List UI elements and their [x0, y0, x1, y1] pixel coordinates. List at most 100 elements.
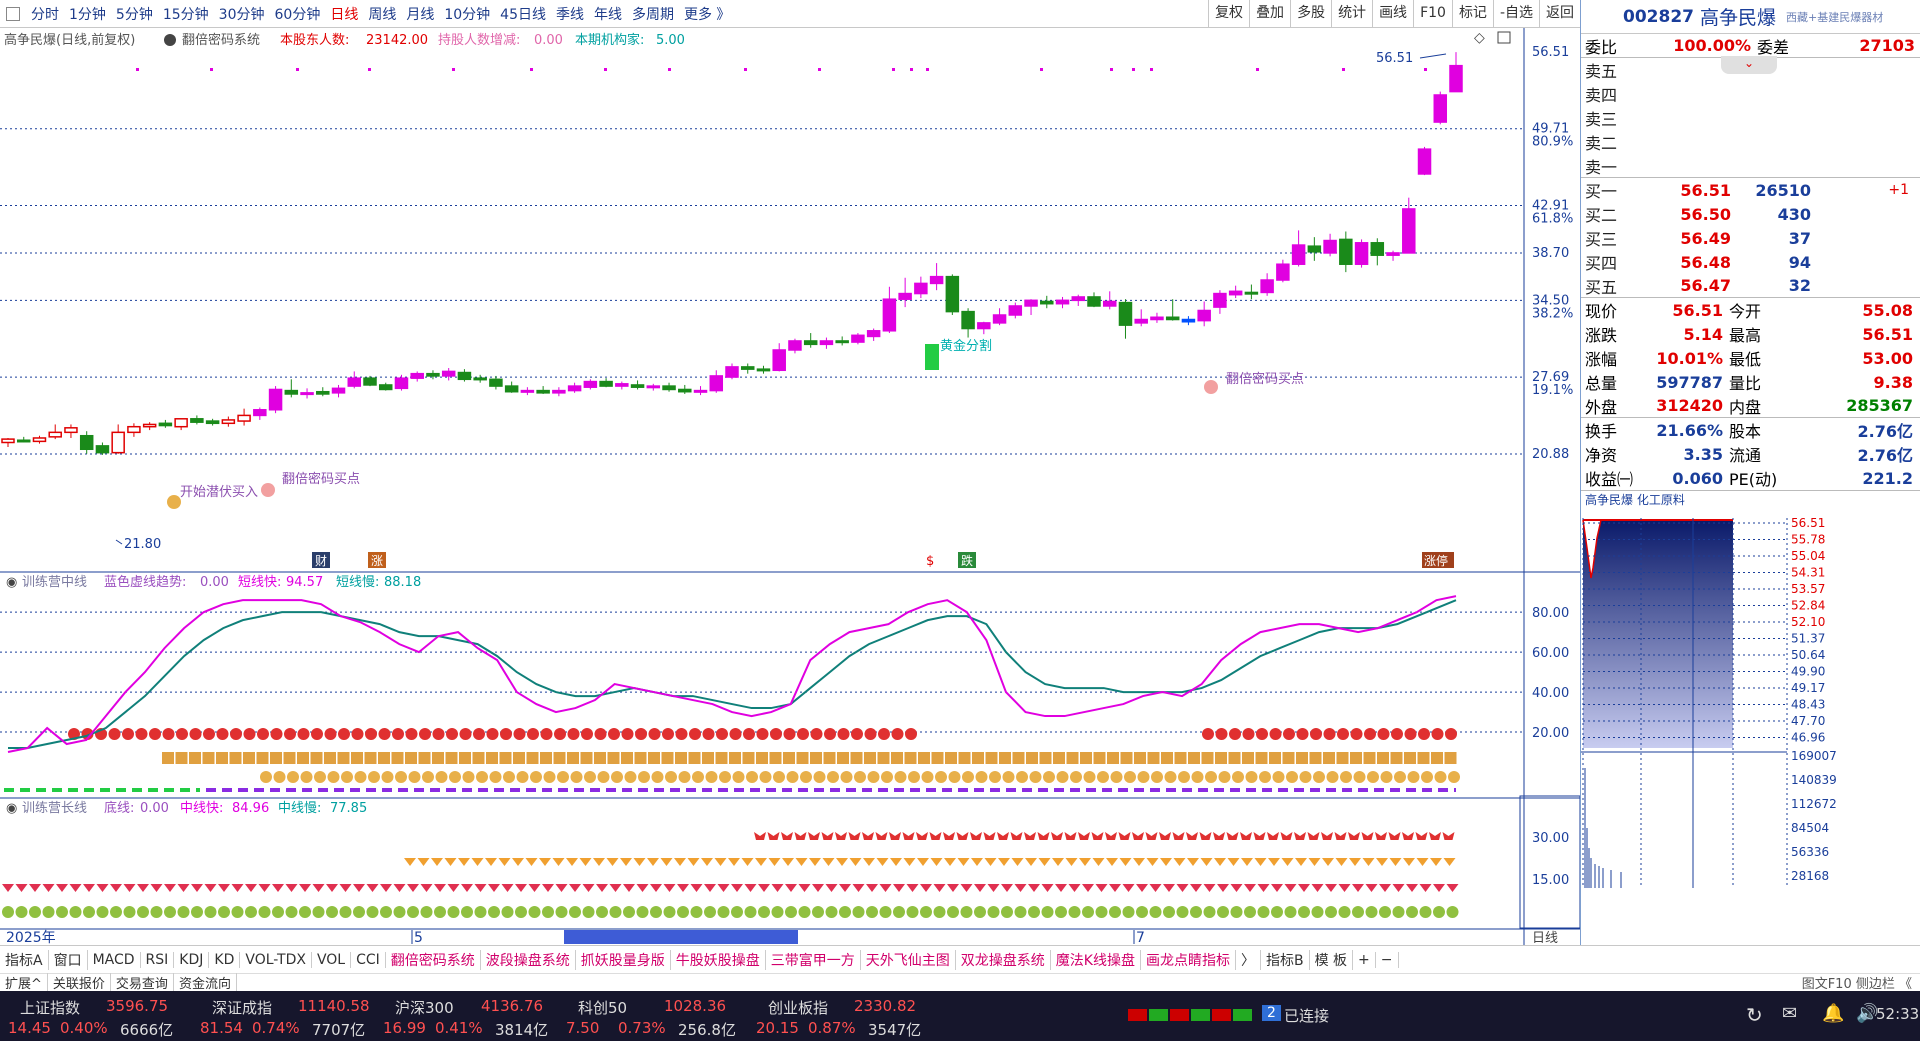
indicator-tab[interactable]: 翻倍密码系统 [386, 949, 481, 970]
index-name[interactable]: 沪深300 [395, 997, 454, 1018]
candle-body [552, 389, 566, 394]
tab-period-quarter[interactable]: 季线 [551, 4, 589, 24]
date-scroll-thumb[interactable] [564, 930, 798, 944]
tab-period-daily[interactable]: 日线 [325, 4, 363, 24]
tab-period-45day[interactable]: 45日线 [495, 4, 551, 24]
remove-watchlist-button[interactable]: -自选 [1492, 0, 1539, 27]
tab-period-monthly[interactable]: 月线 [401, 4, 439, 24]
function-tab[interactable]: 资金流向 [174, 973, 237, 992]
indicator-tab[interactable]: CCI [351, 951, 386, 968]
gold-bag-icon [837, 752, 849, 764]
connection-status[interactable]: 已连接 [1284, 1005, 1329, 1026]
index-name[interactable]: 科创50 [578, 997, 627, 1018]
tab-period-multi[interactable]: 多周期 [627, 4, 679, 24]
dollar-coin-icon [773, 771, 785, 783]
indicator-tab[interactable]: 三带富甲一方 [766, 949, 861, 970]
indicator-tab[interactable]: 指标A [0, 949, 49, 970]
dollar-coin-icon [1178, 771, 1190, 783]
tab-period-30min[interactable]: 30分钟 [214, 4, 270, 24]
indicator-tab[interactable]: 画龙点睛指标 [1141, 949, 1236, 970]
red-coin-icon [176, 728, 188, 740]
collapse-chevron-icon[interactable]: ⌄ [1721, 56, 1777, 74]
function-tab[interactable]: 扩展^ [0, 973, 48, 992]
dollar-coin-icon [557, 771, 569, 783]
signal-dot [1150, 68, 1153, 71]
mini-intraday-chart[interactable]: 56.51 55.78 55.04 54.31 53.57 52.84 52.10 51.37… [1581, 508, 1920, 888]
f10-button[interactable]: F10 [1413, 0, 1452, 27]
indicator-tab[interactable]: RSI [141, 951, 175, 968]
tab-period-year[interactable]: 年线 [589, 4, 627, 24]
indicator-tab[interactable]: 抓妖股量身版 [576, 949, 671, 970]
green-gem-icon [434, 906, 446, 918]
system-toggle-icon[interactable] [164, 34, 176, 46]
red-coin-icon [1391, 728, 1403, 740]
index-name[interactable]: 创业板指 [768, 997, 828, 1018]
tab-period-more[interactable]: 更多 》 [679, 4, 735, 24]
indicator-tab[interactable]: 窗口 [49, 949, 88, 970]
refresh-icon[interactable]: ↻ [1746, 1003, 1763, 1027]
green-gem-icon [1365, 906, 1378, 918]
tab-period-15min[interactable]: 15分钟 [158, 4, 214, 24]
kline-chart-area[interactable]: 80.9% 61.8% 38.2% 19.1% 56.51 49.71 42.91 38.7… [0, 28, 1580, 945]
indicator-tab[interactable]: MACD [88, 951, 141, 968]
function-tab[interactable]: 关联报价 [48, 973, 111, 992]
diamond-icon[interactable]: ◇ [1474, 30, 1485, 46]
indicator-tab[interactable]: VOL [312, 951, 352, 968]
fuquan-button[interactable]: 复权 [1208, 0, 1249, 27]
indicator-tab[interactable]: KD [209, 951, 241, 968]
tab-period-60min[interactable]: 60分钟 [270, 4, 326, 24]
chat-icon[interactable]: ✉ [1782, 1003, 1797, 1024]
signal-dot [1256, 68, 1259, 71]
sub1-toggle-icon[interactable]: ◉ [6, 575, 17, 590]
indicator-tab[interactable]: 指标B [1261, 949, 1310, 970]
stats-button[interactable]: 统计 [1331, 0, 1372, 27]
green-gem-icon [785, 906, 797, 918]
mark-button[interactable]: 标记 [1451, 0, 1493, 27]
sub2-toggle-icon[interactable]: ◉ [6, 801, 17, 816]
overlay-button[interactable]: 叠加 [1249, 0, 1290, 27]
toolbar-checkbox[interactable] [6, 6, 20, 21]
dollar-coin-icon [894, 771, 907, 783]
bell-icon[interactable]: 🔔 [1822, 1003, 1844, 1024]
indicator-tab[interactable]: 波段操盘系统 [481, 949, 576, 970]
candle-body [1118, 301, 1133, 326]
indicator-tab[interactable]: 魔法K线操盘 [1051, 949, 1141, 970]
tab-period-fenshi[interactable]: 分时 [26, 4, 64, 24]
signal-dot [910, 68, 913, 71]
indicator-tab[interactable]: 天外飞仙主图 [861, 949, 956, 970]
candle-body [237, 414, 251, 422]
indicator-tab[interactable]: KDJ [174, 951, 210, 968]
indicator-tab[interactable]: 〉 [1236, 949, 1261, 970]
indicator-tab[interactable]: 模 板 [1310, 949, 1354, 970]
connection-count[interactable]: 2 [1262, 1005, 1281, 1021]
indicator-tab[interactable]: + [1353, 951, 1376, 968]
tab-period-10min[interactable]: 10分钟 [439, 4, 495, 24]
indicator-tab[interactable]: VOL-TDX [240, 951, 312, 968]
gold-bag-icon [1404, 752, 1416, 764]
red-coin-icon [1242, 728, 1255, 740]
indicator-tab[interactable]: 牛股妖股操盘 [671, 949, 766, 970]
bid-level: 买五 56.47 32 [1581, 274, 1920, 298]
tab-period-5min[interactable]: 5分钟 [111, 4, 158, 24]
indicator-tab[interactable]: − [1376, 951, 1399, 968]
signal-dot [368, 68, 371, 71]
sub1-label1: 蓝色虚线趋势: [104, 574, 186, 590]
back-button[interactable]: 返回 [1539, 0, 1580, 27]
index-name[interactable]: 上证指数 [20, 997, 80, 1018]
candle-body [221, 419, 236, 425]
gold-bag-icon [796, 752, 809, 764]
toolbar-right-group: 复权 叠加 多股 统计 画线 F10 标记 -自选 返回 [1208, 0, 1580, 27]
function-tab[interactable]: 交易查询 [111, 973, 174, 992]
draw-line-button[interactable]: 画线 [1372, 0, 1413, 27]
stock-name[interactable]: 高争民爆 [1700, 3, 1776, 30]
stock-concept[interactable]: 西藏+基建民爆器材 [1786, 9, 1883, 25]
f10-sidebar-toggle[interactable]: 图文F10 侧边栏 《 [1802, 973, 1920, 992]
tab-period-weekly[interactable]: 周线 [363, 4, 401, 24]
indicator-tab[interactable]: 双龙操盘系统 [956, 949, 1051, 970]
green-gem-icon [906, 906, 919, 918]
tag-dollar[interactable]: $ [926, 554, 934, 569]
tab-period-1min[interactable]: 1分钟 [64, 4, 111, 24]
multi-stock-button[interactable]: 多股 [1290, 0, 1331, 27]
index-name[interactable]: 深证成指 [212, 997, 272, 1018]
stat-label: 流通 [1729, 446, 1762, 465]
